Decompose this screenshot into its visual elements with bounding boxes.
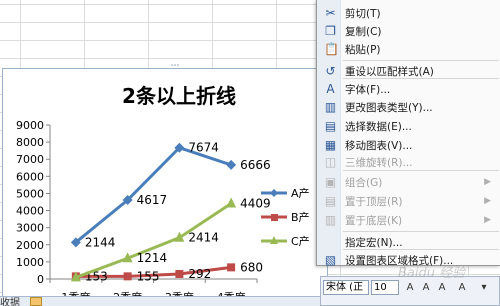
data-label: 1214 [137, 251, 168, 265]
legend-label-C: C产 [291, 234, 310, 248]
data-point-B [123, 272, 132, 281]
legend-label-B: B产 [291, 210, 310, 224]
copy-icon: ❐ [325, 24, 336, 38]
menu-item-2[interactable]: 📋 粘贴(P) [317, 40, 500, 60]
change-chart-type-icon: ▥ [324, 100, 337, 114]
new-sheet-icon[interactable] [30, 297, 42, 306]
menu-item-1[interactable]: ❐ 复制(C) [317, 22, 500, 42]
menu-item-11[interactable]: ▥ 置于底层(K) ▶ [317, 211, 500, 231]
menu-item-9[interactable]: ▣ 组合(G) ▶ [317, 173, 500, 193]
data-label: 680 [240, 260, 263, 274]
data-label: 4409 [240, 197, 271, 211]
data-label: 6666 [240, 158, 271, 172]
data-label: 7674 [188, 141, 219, 155]
legend-marker-B [271, 214, 278, 221]
menu-item-label: 三维旋转(R)... [345, 157, 413, 169]
toolbar-dropdown-icon[interactable]: ▾ [477, 281, 491, 294]
data-label: 292 [188, 267, 211, 281]
menu-item-label: 更改图表类型(Y)... [345, 102, 433, 114]
menu-item-label: 字体(F)... [345, 84, 391, 96]
y-tick-label: 6000 [16, 170, 44, 183]
menu-item-label: 置于底层(K) [345, 215, 403, 227]
rotate-3d-icon: ◫ [324, 155, 337, 169]
select-data-icon: ▤ [324, 119, 337, 133]
font-size-select[interactable]: 10 [371, 280, 399, 295]
data-label: 155 [137, 269, 160, 283]
data-point-C [226, 197, 237, 208]
font-icon: A [326, 82, 335, 96]
menu-item-label: 粘贴(P) [345, 44, 381, 56]
data-point-A [226, 159, 237, 170]
format-chart-area-icon: ▧ [324, 253, 337, 267]
line-chart: 2条以上折线 0 1000 2000 3000 4000 5000 6000 7000 8000 9… [16, 84, 310, 303]
menu-item-label: 置于顶层(R) [345, 196, 403, 208]
reset-style-icon: ↺ [325, 64, 336, 78]
y-tick-label: 9000 [16, 119, 44, 132]
submenu-arrow-icon: ▶ [484, 215, 491, 225]
data-label: 2144 [85, 235, 116, 249]
menu-item-label: 指定宏(N)... [345, 237, 403, 249]
menu-item-label: 选择数据(E)... [345, 121, 412, 133]
sheet-tab[interactable]: 收据 [0, 294, 20, 306]
sheet-tab-bar: 收据 [0, 296, 326, 306]
menu-item-3[interactable]: ↺ 重设以匹配样式(A) [317, 62, 500, 82]
font-color-icon[interactable]: A [435, 281, 449, 294]
menu-item-5[interactable]: ▥ 更改图表类型(Y)... [317, 98, 500, 118]
data-label: 2414 [188, 231, 219, 245]
y-tick-label: 1000 [16, 256, 44, 269]
context-menu: ✂ 剪切(T) ❐ 复制(C) 📋 粘贴(P) ↺ 重设以匹配样式(A) A 字体(F)... ▥ 更… [316, 0, 500, 267]
y-tick-label: 8000 [16, 136, 44, 149]
menu-item-0[interactable]: ✂ 剪切(T) [317, 4, 500, 24]
menu-separator [343, 231, 499, 232]
menu-item-label: 重设以匹配样式(A) [345, 66, 434, 78]
menu-item-label: 组合(G) [345, 177, 383, 189]
font-name-select[interactable]: 宋体 (正 [323, 280, 369, 295]
send-back-icon: ▥ [324, 213, 337, 227]
bring-front-icon: ▤ [324, 194, 337, 208]
shrink-font-icon[interactable]: A [419, 281, 433, 294]
y-tick-label: 7000 [16, 153, 44, 166]
grow-font-icon[interactable]: A [403, 281, 417, 294]
fill-color-icon[interactable]: A [455, 281, 469, 294]
menu-separator [343, 60, 499, 61]
group-icon: ▣ [324, 175, 337, 189]
menu-item-label: 移动图表(V)... [345, 140, 413, 152]
data-point-B [227, 263, 236, 272]
move-chart-icon: ▦ [324, 138, 337, 152]
legend-label-A: A产 [291, 186, 310, 200]
paste-icon: 📋 [324, 42, 339, 56]
watermark: Baidu 经验 [398, 266, 466, 281]
menu-item-6[interactable]: ▤ 选择数据(E)... [317, 117, 500, 137]
menu-item-label: 复制(C) [345, 26, 382, 38]
menu-item-4[interactable]: A 字体(F)... [317, 80, 500, 100]
y-tick-label: 3000 [16, 222, 44, 235]
legend-marker-A [270, 189, 278, 197]
scissors-icon: ✂ [325, 6, 336, 20]
y-tick-label: 5000 [16, 187, 44, 200]
y-tick-label: 2000 [16, 239, 44, 252]
data-label: 4617 [137, 193, 168, 207]
menu-item-12[interactable]: 指定宏(N)... [317, 233, 500, 253]
menu-item-label: 剪切(T) [345, 8, 381, 20]
submenu-arrow-icon: ▶ [484, 196, 491, 206]
y-tick-label: 0 [37, 273, 44, 286]
data-point-B [175, 270, 184, 279]
chart-title: 2条以上折线 [122, 84, 236, 108]
menu-item-8[interactable]: ◫ 三维旋转(R)... [317, 153, 500, 173]
chart-area[interactable]: 2条以上折线 0 1000 2000 3000 4000 5000 6000 7000 8000 9… [2, 68, 328, 303]
submenu-arrow-icon: ▶ [484, 177, 491, 187]
menu-item-10[interactable]: ▤ 置于顶层(R) ▶ [317, 192, 500, 212]
y-tick-label: 4000 [16, 205, 44, 218]
